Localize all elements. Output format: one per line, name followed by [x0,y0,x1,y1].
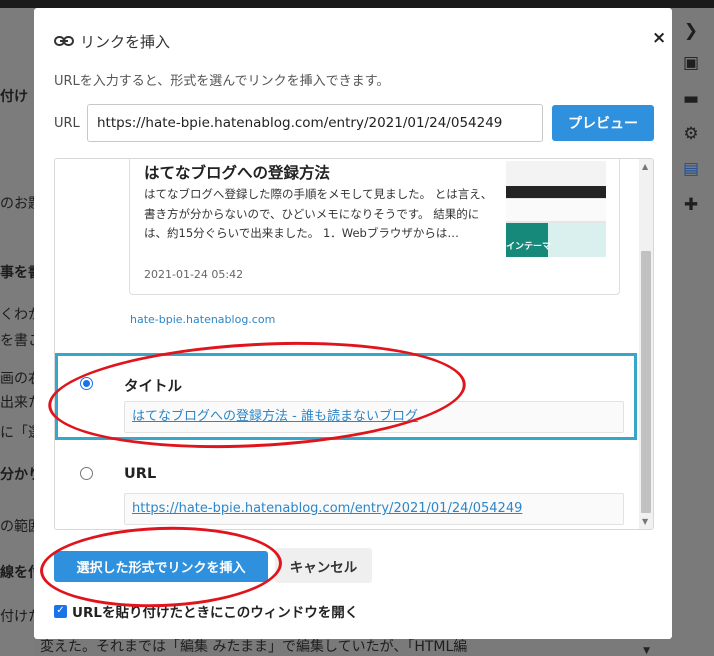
background-text-fragment: のお題 [0,196,34,212]
background-bottom-text: 変えた。それまでは「編集 みたまま」で編集していたが、「HTML編 [40,639,468,655]
embed-card-description: はてなブログへ登録した際の手順をメモして見ました。 とは言え、書き方が分からない… [144,187,493,240]
format-options-list[interactable]: はてなブログへの登録方法 はてなブログへ登録した際の手順をメモして見ました。 と… [54,158,654,530]
background-text-fragment: の範囲 [0,519,34,535]
dialog-title: リンクを挿入 [54,30,170,52]
url-option-label: URL [124,466,157,482]
insert-link-button[interactable]: 選択した形式でリンクを挿入 [54,551,268,582]
url-input[interactable] [87,104,543,142]
embed-card-domain: hate-bpie.hatenablog.com [130,313,276,326]
list-scrollbar[interactable]: ▲ ▼ [639,159,653,529]
embed-option[interactable]: はてなブログへの登録方法 はてなブログへ登録した際の手順をメモして見ました。 と… [55,159,640,347]
title-radio[interactable] [80,377,93,390]
background-text-fragment: くわか [0,307,34,323]
url-preview-box: https://hate-bpie.hatenablog.com/entry/2… [124,493,624,525]
embed-card-title: はてなブログへの登録方法 [144,164,331,182]
background-text-fragment: 線を付 [0,565,34,581]
thumbnail-label: インテーマ [506,242,552,252]
checkbox-checked-icon[interactable]: ✓ [54,604,67,618]
background-editor-bottom-text: 変えた。それまでは「編集 みたまま」で編集していたが、「HTML編 ▼ [34,639,672,656]
link-icon [54,36,74,46]
background-text-fragment: 付け [0,89,28,105]
background-text-fragment: 事を書 [0,265,34,281]
url-option[interactable]: URL https://hate-bpie.hatenablog.com/ent… [55,447,640,529]
chevron-right-icon[interactable]: ❯ [680,20,702,42]
scroll-down-arrow-icon: ▼ [643,646,650,656]
scroll-down-icon[interactable]: ▼ [642,517,648,526]
open-on-paste-option[interactable]: ✓ URLを貼り付けたときにこのウィンドウを開く [54,601,358,621]
preview-button[interactable]: プレビュー [552,105,654,141]
background-editor-left: 付けのお題事を書くわかを書こ画の右出来たに「選分かりの範囲線を付付けた [0,8,34,656]
background-sidebar-right: ❯ ▣ ▬ ⚙ ▤ ✚ [672,8,714,656]
title-preview-box: はてなブログへの登録方法 - 誰も読まないブログ [124,401,624,433]
embed-card-date: 2021-01-24 05:42 [144,268,244,281]
scrollbar-thumb[interactable] [641,251,651,513]
checkbox-label: URLを貼り付けたときにこのウィンドウを開く [72,605,359,621]
top-bar [0,0,714,8]
gear-icon[interactable]: ⚙ [680,123,702,145]
background-text-fragment: 分かり [0,467,34,483]
title-option-label: タイトル [124,379,182,395]
background-text-fragment: 画の右 [0,371,34,387]
scroll-up-icon[interactable]: ▲ [642,162,648,171]
document-icon[interactable]: ▤ [680,158,702,180]
cancel-button[interactable]: キャンセル [275,548,372,583]
background-text-fragment: に「選 [0,425,34,441]
dialog-description: URLを入力すると、形式を選んでリンクを挿入できます。 [54,74,390,89]
dialog-title-text: リンクを挿入 [80,32,171,51]
insert-link-dialog: × リンクを挿入 URLを入力すると、形式を選んでリンクを挿入できます。 URL… [34,8,672,639]
background-text-fragment: 出来た [0,395,34,411]
embed-card-thumbnail: インテーマ [506,161,606,257]
embed-card: はてなブログへの登録方法 はてなブログへ登録した際の手順をメモして見ました。 と… [129,159,620,295]
close-icon[interactable]: × [652,28,666,48]
title-option[interactable]: タイトル はてなブログへの登録方法 - 誰も読まないブログ [55,353,640,445]
url-radio[interactable] [80,467,93,480]
title-preview-link: はてなブログへの登録方法 - 誰も読まないブログ [132,409,418,424]
plus-icon[interactable]: ✚ [680,194,702,216]
url-preview-link: https://hate-bpie.hatenablog.com/entry/2… [132,501,523,516]
url-label: URL [54,116,80,131]
background-text-fragment: を書こ [0,333,34,349]
image-icon[interactable]: ▣ [680,52,702,74]
folder-icon[interactable]: ▬ [680,88,702,110]
background-text-fragment: 付けた [0,609,34,625]
